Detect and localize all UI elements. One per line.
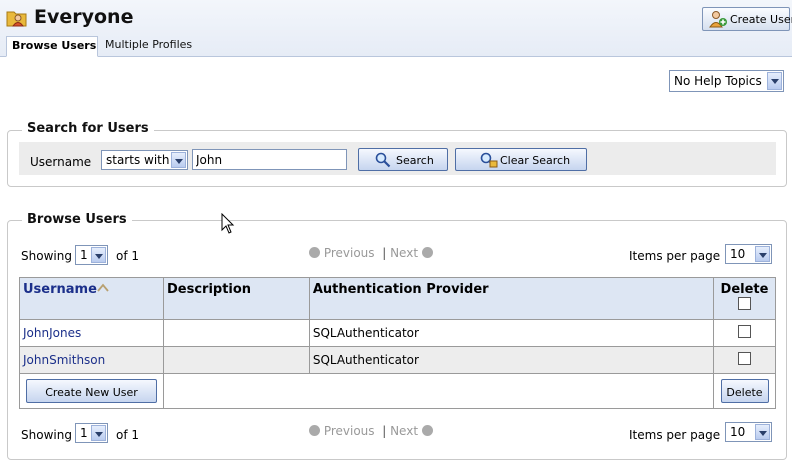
delete-cell (713, 319, 776, 347)
delete-checkbox[interactable] (738, 325, 751, 338)
next-link[interactable]: Next (390, 246, 418, 260)
help-topics-value: No Help Topics (674, 74, 762, 88)
column-header-delete: Delete (713, 277, 776, 320)
page-value: 1 (80, 248, 88, 262)
chevron-down-icon[interactable] (755, 246, 770, 262)
next-link[interactable]: Next (390, 424, 418, 438)
column-header-username[interactable]: Username (19, 277, 164, 320)
items-per-page-label: Items per page (629, 428, 721, 442)
match-mode-select[interactable]: starts with (101, 150, 188, 170)
username-label: Username (30, 155, 92, 169)
previous-link[interactable]: Previous (324, 246, 375, 260)
column-header-description: Description (162, 277, 310, 320)
search-label: Search (396, 154, 434, 167)
sort-ascending-icon (97, 283, 109, 292)
previous-link[interactable]: Previous (324, 424, 375, 438)
items-per-page-value: 10 (730, 425, 746, 439)
showing-label: Showing (21, 249, 72, 263)
provider-cell: SQLAuthenticator (308, 319, 715, 347)
user-link[interactable]: JohnJones (23, 326, 81, 340)
chevron-down-icon[interactable] (91, 425, 106, 441)
column-header-provider: Authentication Provider (308, 277, 715, 320)
tab-multiple-profiles[interactable]: Multiple Profiles (100, 36, 197, 55)
items-per-page-label: Items per page (629, 249, 721, 263)
chevron-down-icon[interactable] (767, 72, 782, 90)
table-header-row: Username Description Authentication Prov… (19, 277, 776, 320)
pager-bottom: Previous | Next (309, 424, 433, 438)
search-button[interactable]: Search (358, 148, 448, 171)
match-mode-value: starts with (106, 153, 170, 167)
table-footer-row: Create New User Delete (19, 373, 776, 409)
footer-cell: Create New User (19, 373, 164, 409)
username-cell: JohnSmithson (19, 346, 164, 374)
mouse-pointer-icon (221, 213, 235, 234)
group-folder-icon (6, 11, 27, 27)
help-topics-select[interactable]: No Help Topics (669, 70, 784, 92)
clear-search-button[interactable]: Clear Search (455, 148, 587, 171)
username-search-input[interactable] (192, 149, 347, 170)
page-count-label: of 1 (116, 428, 140, 442)
clear-search-icon (480, 152, 498, 168)
chevron-down-icon[interactable] (91, 247, 106, 263)
page-select-bottom[interactable]: 1 (75, 423, 108, 443)
items-per-page-select-top[interactable]: 10 (725, 244, 772, 264)
chevron-down-icon[interactable] (755, 424, 770, 440)
delete-cell (713, 346, 776, 374)
page-count-label: of 1 (116, 249, 140, 263)
next-arrow-icon (421, 247, 433, 258)
create-new-user-label: Create New User (45, 386, 138, 399)
users-table: Username Description Authentication Prov… (19, 277, 776, 409)
delete-label: Delete (726, 386, 763, 399)
description-cell (162, 319, 310, 347)
chevron-down-icon[interactable] (171, 152, 186, 168)
next-arrow-icon (421, 425, 433, 436)
page-title: Everyone (34, 6, 134, 28)
create-user-label: Create User (730, 13, 792, 26)
tab-browse-users[interactable]: Browse Users (6, 36, 98, 57)
delete-button[interactable]: Delete (720, 379, 769, 403)
provider-cell: SQLAuthenticator (308, 346, 715, 374)
previous-arrow-icon (309, 425, 320, 436)
footer-spacer (162, 373, 715, 409)
add-user-icon (709, 11, 727, 28)
items-per-page-value: 10 (730, 247, 746, 261)
select-all-checkbox[interactable] (738, 297, 751, 310)
clear-search-label: Clear Search (500, 154, 571, 167)
page-select-top[interactable]: 1 (75, 245, 108, 265)
create-user-button[interactable]: Create User (702, 7, 792, 31)
table-row: JohnJones SQLAuthenticator (19, 319, 776, 347)
magnifier-icon (375, 152, 391, 168)
description-cell (162, 346, 310, 374)
previous-arrow-icon (309, 247, 320, 258)
pager-top: Previous | Next (309, 246, 433, 260)
search-legend: Search for Users (22, 121, 154, 136)
items-per-page-select-bottom[interactable]: 10 (725, 422, 772, 442)
page-value: 1 (80, 426, 88, 440)
username-cell: JohnJones (19, 319, 164, 347)
showing-label: Showing (21, 428, 72, 442)
user-link[interactable]: JohnSmithson (23, 353, 105, 367)
create-new-user-button[interactable]: Create New User (26, 379, 157, 403)
delete-checkbox[interactable] (738, 352, 751, 365)
table-row: JohnSmithson SQLAuthenticator (19, 346, 776, 374)
browse-legend: Browse Users (22, 212, 132, 227)
footer-delete-cell: Delete (713, 373, 776, 409)
